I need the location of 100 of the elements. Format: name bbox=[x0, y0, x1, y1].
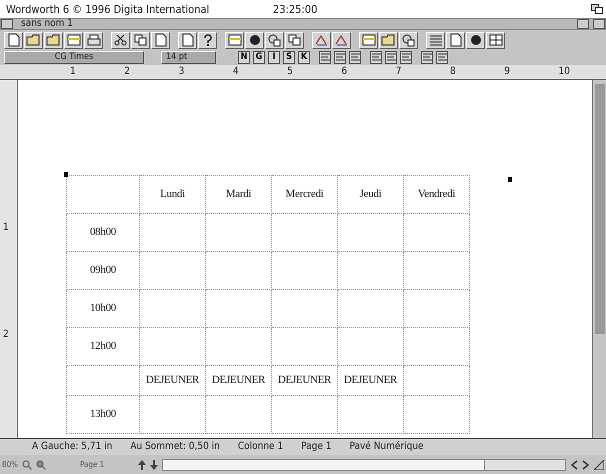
time-label: 09h00 bbox=[90, 264, 116, 276]
status-text: Pavé Numérique bbox=[350, 442, 424, 452]
status-text: Colonne 1 bbox=[238, 442, 284, 452]
style-button[interactable]: G bbox=[253, 51, 265, 64]
ruler-number: 5 bbox=[287, 67, 293, 77]
toolbar-button[interactable] bbox=[4, 32, 23, 48]
alignment-button[interactable] bbox=[319, 51, 331, 64]
close-gadget[interactable] bbox=[1, 19, 13, 29]
style-button[interactable]: N bbox=[238, 51, 250, 64]
vertical-scrollbar[interactable] bbox=[592, 80, 606, 438]
size-field[interactable]: 14 pt bbox=[161, 51, 216, 64]
ruler-number: 7 bbox=[396, 67, 402, 77]
folder-icon bbox=[46, 33, 61, 47]
arrow-down-icon[interactable] bbox=[150, 460, 158, 470]
toolbar-button[interactable] bbox=[111, 32, 130, 48]
circle-icon bbox=[468, 33, 483, 47]
alignment-button[interactable] bbox=[334, 51, 346, 64]
style-button[interactable]: I bbox=[268, 51, 280, 64]
style-button[interactable]: K bbox=[298, 51, 310, 64]
table-cell: DEJEUNER bbox=[212, 374, 266, 386]
page-indicator: Page 1 bbox=[80, 460, 104, 468]
column-header: Mardi bbox=[226, 188, 252, 200]
toolbar-button[interactable] bbox=[312, 32, 331, 48]
page-icon bbox=[180, 33, 195, 47]
screen-title: Wordworth 6 © 1996 Digita International bbox=[6, 4, 210, 14]
alignment-button[interactable] bbox=[370, 51, 382, 64]
ruler-number: 1 bbox=[70, 67, 76, 77]
toolbar-button[interactable] bbox=[225, 32, 244, 48]
toolbar-button[interactable] bbox=[379, 32, 398, 48]
column-header: Vendredi bbox=[418, 188, 456, 200]
alignment-button[interactable] bbox=[385, 51, 397, 64]
toolbar-button[interactable] bbox=[44, 32, 63, 48]
font-field[interactable]: CG Times bbox=[4, 51, 144, 64]
status-text: Au Sommet: 0,50 in bbox=[130, 442, 220, 452]
toolbar-button[interactable] bbox=[245, 32, 264, 48]
toolbar-button[interactable] bbox=[24, 32, 43, 48]
folder-icon bbox=[381, 33, 396, 47]
toolbar-button[interactable] bbox=[426, 32, 445, 48]
column-header: Jeudi bbox=[360, 188, 382, 200]
horizontal-scrollbar[interactable] bbox=[162, 458, 566, 470]
arrow-right-icon[interactable] bbox=[582, 460, 590, 470]
table-cell: DEJEUNER bbox=[278, 374, 332, 386]
ruler-number: 2 bbox=[124, 67, 130, 77]
zoom-out-icon[interactable] bbox=[22, 460, 32, 470]
scissors-icon bbox=[113, 33, 128, 47]
toolbar-button[interactable] bbox=[84, 32, 103, 48]
toolbar-button[interactable] bbox=[178, 32, 197, 48]
alignment-button[interactable] bbox=[400, 51, 412, 64]
toolbar-button[interactable] bbox=[131, 32, 150, 48]
time-label: 12h00 bbox=[90, 340, 116, 352]
toolbar-button[interactable] bbox=[446, 32, 465, 48]
table-handle[interactable] bbox=[64, 172, 68, 177]
ruler-number: 8 bbox=[450, 67, 456, 77]
toolbar-button[interactable] bbox=[151, 32, 170, 48]
arrow-up-icon[interactable] bbox=[138, 460, 146, 470]
ruler-number: 3 bbox=[178, 67, 184, 77]
toolbar-button[interactable] bbox=[359, 32, 378, 48]
ruler-number: 1 bbox=[3, 223, 9, 233]
table-cell: DEJEUNER bbox=[344, 374, 398, 386]
lines-icon bbox=[428, 33, 443, 47]
time-label: 13h00 bbox=[90, 408, 116, 420]
ruler-number: 4 bbox=[232, 67, 239, 77]
alignment-button[interactable] bbox=[421, 51, 433, 64]
ruler-number: 9 bbox=[504, 67, 510, 77]
ruler-number: 10 bbox=[558, 67, 570, 77]
toolbar-button[interactable] bbox=[198, 32, 217, 48]
zoom-level[interactable]: 80% bbox=[2, 460, 18, 468]
ruler-number: 2 bbox=[3, 330, 9, 340]
style-button[interactable]: S bbox=[283, 51, 295, 64]
table-handle[interactable] bbox=[508, 177, 512, 182]
table-cell: DEJEUNER bbox=[146, 374, 200, 386]
ruler-number: 6 bbox=[341, 67, 348, 77]
depth-gadget[interactable] bbox=[593, 19, 605, 29]
table-icon bbox=[488, 33, 503, 47]
time-label: 10h00 bbox=[90, 302, 116, 314]
toolbar-button[interactable] bbox=[64, 32, 83, 48]
depth-gadget-icon[interactable] bbox=[591, 4, 603, 14]
shapes-icon bbox=[267, 33, 282, 47]
toolbar-button[interactable] bbox=[466, 32, 485, 48]
page-icon bbox=[153, 33, 168, 47]
toolbar-button[interactable] bbox=[399, 32, 418, 48]
frame-icon bbox=[361, 33, 376, 47]
toolbar-button[interactable] bbox=[486, 32, 505, 48]
folder-icon bbox=[26, 33, 41, 47]
alignment-button[interactable] bbox=[349, 51, 361, 64]
page-icon bbox=[6, 33, 21, 47]
shapes-icon bbox=[401, 33, 416, 47]
zoom-in-icon[interactable] bbox=[36, 460, 46, 470]
printer-icon bbox=[86, 33, 101, 47]
toolbar-button[interactable] bbox=[265, 32, 284, 48]
arrow-left-icon[interactable] bbox=[570, 460, 578, 470]
resize-icon[interactable] bbox=[594, 460, 604, 470]
toolbar-button[interactable] bbox=[285, 32, 304, 48]
time-label: 08h00 bbox=[90, 226, 116, 238]
zoom-gadget[interactable] bbox=[577, 19, 589, 29]
circle-icon bbox=[247, 33, 262, 47]
toolbar-button[interactable] bbox=[332, 32, 351, 48]
frame-icon bbox=[227, 33, 242, 47]
copy-icon bbox=[287, 33, 302, 47]
alignment-button[interactable] bbox=[436, 51, 448, 64]
